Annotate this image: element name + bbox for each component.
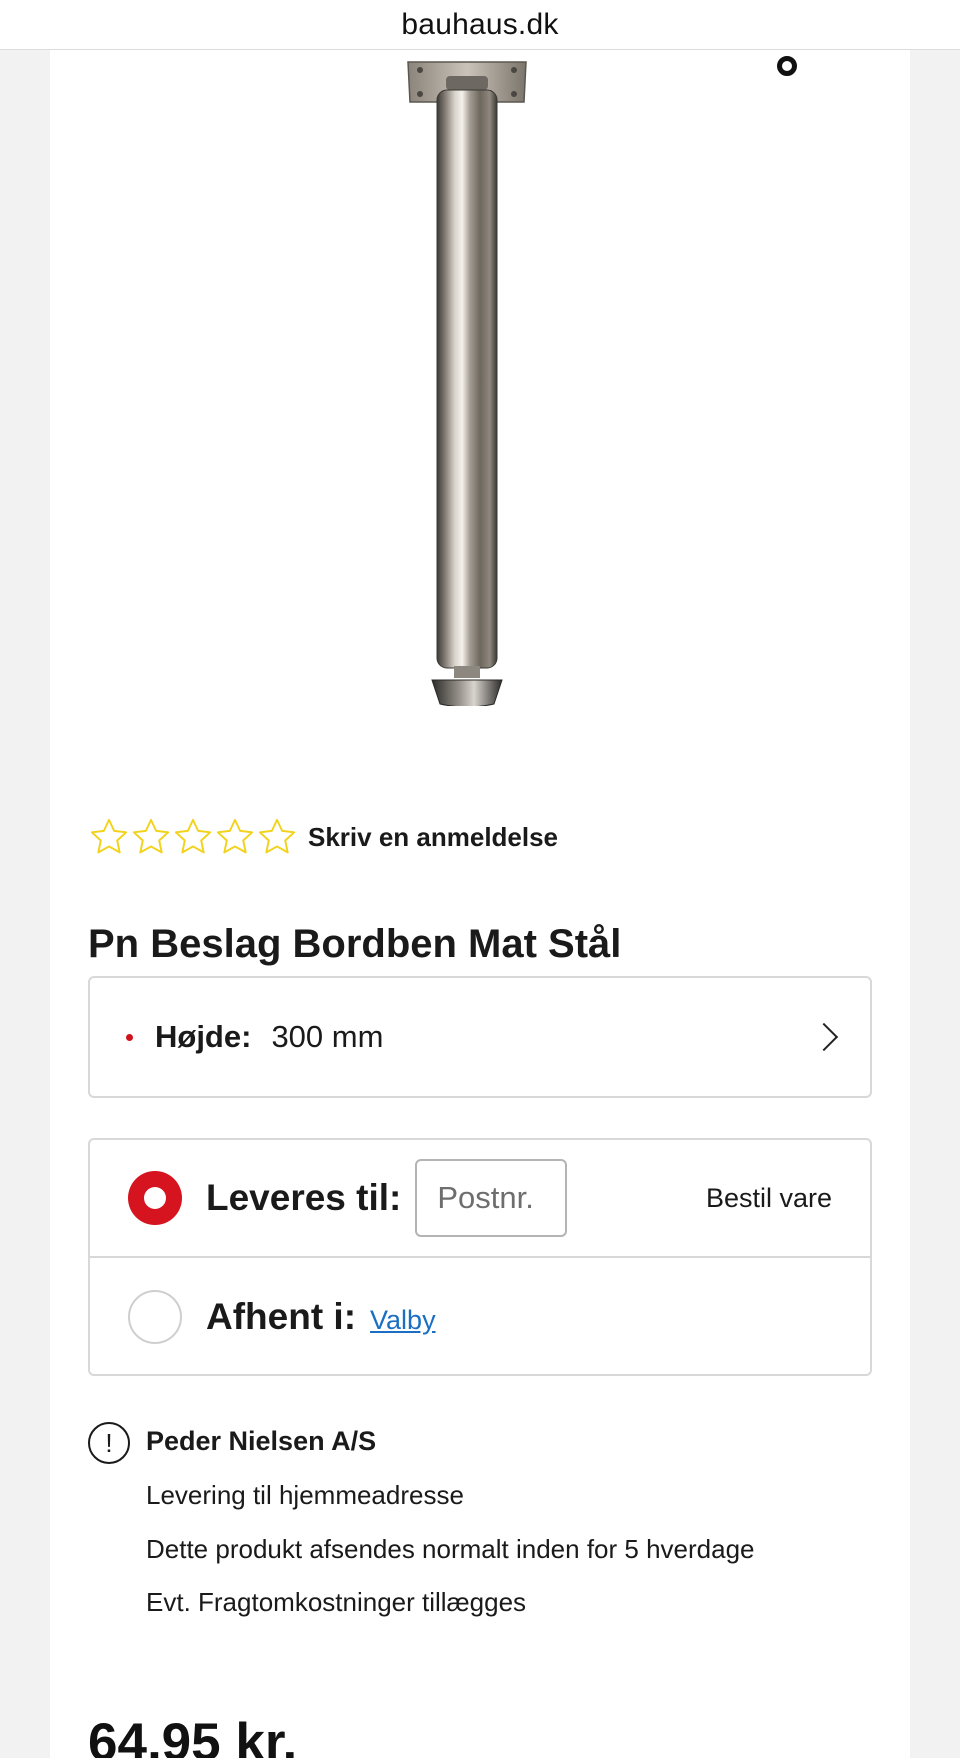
star-empty-icon: [174, 818, 212, 854]
write-review-link[interactable]: Skriv en anmeldelse: [308, 822, 558, 853]
delivery-options: Leveres til: Bestil vare Afhent i: Valby: [88, 1138, 872, 1376]
delivery-row[interactable]: Leveres til: Bestil vare: [90, 1140, 870, 1258]
seller-name: Peder Nielsen A/S: [146, 1426, 377, 1456]
product-price: 64,95 kr.: [88, 1713, 298, 1758]
star-empty-icon: [216, 818, 254, 854]
rating-stars[interactable]: [88, 816, 298, 858]
option-value: 300 mm: [271, 1019, 384, 1054]
close-icon[interactable]: [777, 56, 797, 76]
pickup-row[interactable]: Afhent i: Valby: [90, 1258, 870, 1376]
rating-row: Skriv en anmeldelse: [88, 812, 558, 862]
option-label: Højde:: [155, 1019, 252, 1054]
url-text: bauhaus.dk: [401, 7, 559, 41]
seller-info-line: Evt. Fragtomkostninger tillægges: [146, 1587, 527, 1617]
browser-url-bar[interactable]: bauhaus.dk: [0, 0, 960, 50]
info-exclamation-icon: !: [88, 1422, 130, 1464]
delivery-radio[interactable]: [128, 1171, 182, 1225]
order-item-link[interactable]: Bestil vare: [706, 1183, 832, 1214]
star-empty-icon: [258, 818, 296, 854]
postcode-input[interactable]: [415, 1159, 568, 1237]
pickup-radio[interactable]: [128, 1290, 182, 1344]
seller-info-line: Levering til hjemmeadresse: [146, 1480, 464, 1510]
seller-info-line: Dette produkt afsendes normalt inden for…: [146, 1534, 755, 1564]
product-page: Skriv en anmeldelse Pn Beslag Bordben Ma…: [50, 50, 910, 1758]
pickup-label: Afhent i:: [206, 1296, 357, 1337]
height-option-selector[interactable]: Højde: 300 mm: [88, 976, 872, 1098]
product-title: Pn Beslag Bordben Mat Stål: [88, 922, 622, 966]
star-empty-icon: [132, 818, 170, 854]
required-bullet-icon: [126, 1033, 133, 1041]
star-empty-icon: [90, 818, 128, 854]
delivery-label: Leveres til:: [206, 1177, 402, 1218]
product-image: [407, 61, 527, 706]
chevron-right-icon: [809, 1022, 839, 1052]
pickup-store-link[interactable]: Valby: [370, 1305, 436, 1336]
